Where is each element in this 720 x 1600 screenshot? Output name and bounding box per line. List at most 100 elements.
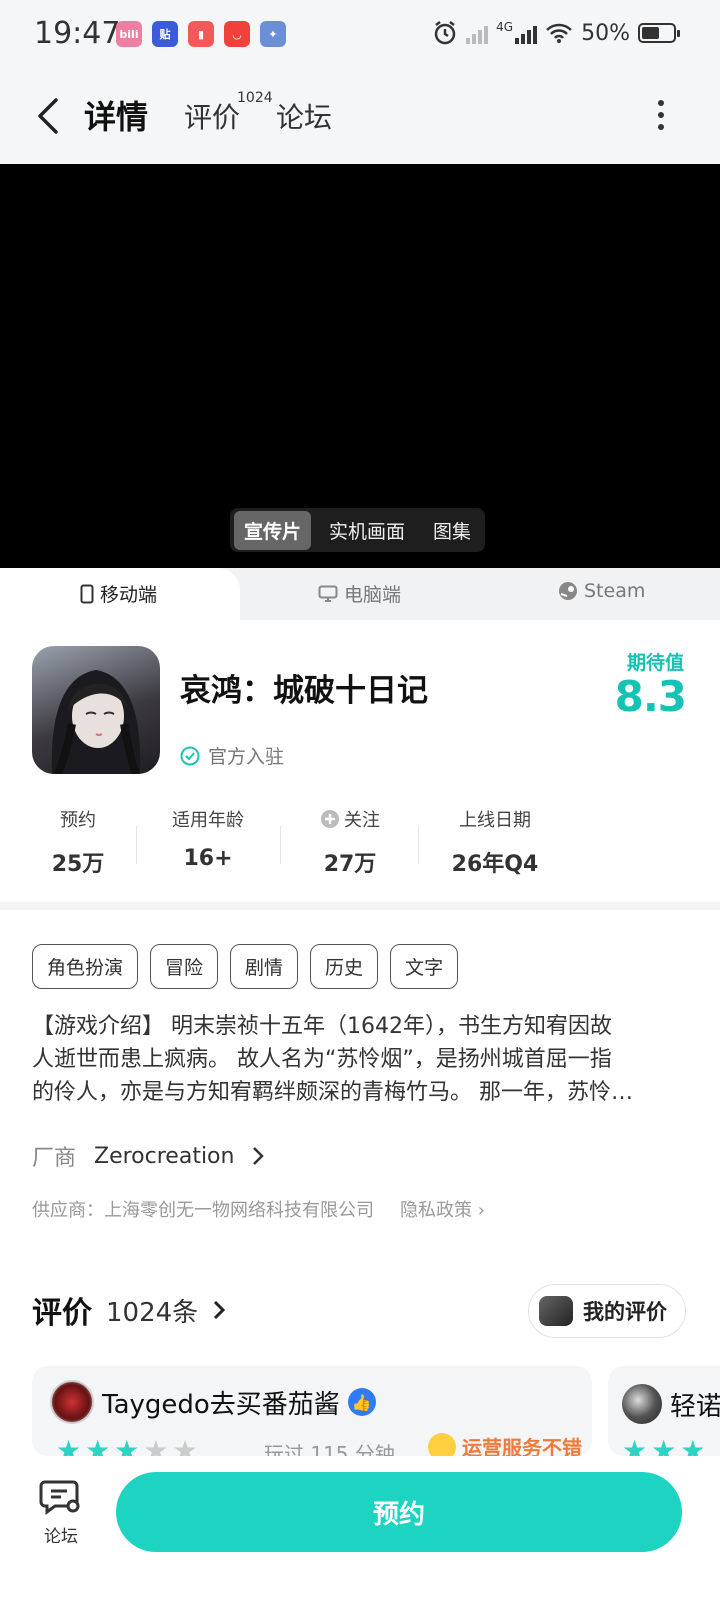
stat-release: 上线日期 26年Q4 [440,806,550,878]
stat-label: 适用年龄 [172,810,244,831]
intro-line: 【游戏介绍】 明末崇祯十五年（1642年），书生方知宥因故 [32,1014,612,1039]
chevron-right-icon [214,1300,226,1320]
tab-reviews[interactable]: 评价 [184,96,240,136]
platform-label: Steam [584,580,646,602]
review-user: Taygedo去买番茄酱 👍 [50,1380,376,1424]
media-tab-trailer[interactable]: 宣传片 [234,510,312,550]
status-bar: 19:47 bili 贴 ▮ ◡ ✦ 4G 50% [0,0,720,70]
star-icon: ★ [622,1434,648,1456]
star-icon: ★ [143,1434,169,1456]
status-time: 19:47 [34,16,121,51]
review-tag: 运营服务不错 [428,1432,582,1456]
shop-icon: ◡ [224,21,250,47]
developer-row[interactable]: 厂商 Zerocreation [32,1140,265,1172]
tag[interactable]: 冒险 [150,944,219,989]
smile-icon [428,1432,456,1456]
status-right: 4G 50% [432,20,680,46]
back-icon[interactable] [30,94,70,138]
game-intro[interactable]: 【游戏介绍】 明末崇祯十五年（1642年），书生方知宥因故 人逝世而患上疯病。 … [32,1010,692,1109]
platform-label: 电脑端 [344,584,402,606]
supplier-text: 供应商：上海零创无一物网络科技有限公司 [32,1200,374,1221]
forum-button[interactable]: 论坛 [38,1478,84,1547]
star-icon: ★ [680,1434,706,1456]
forum-label: 论坛 [44,1527,78,1547]
more-icon[interactable] [658,100,666,130]
tag[interactable]: 历史 [310,944,379,989]
alarm-icon [434,21,456,45]
tag[interactable]: 剧情 [230,944,299,989]
media-tab-gameplay[interactable]: 实机画面 [319,511,415,550]
avatar [50,1380,94,1424]
platform-tabs: 移动端 电脑端 Steam [0,568,720,620]
review-user: 轻诺 [622,1384,720,1424]
steam-icon [559,582,577,600]
played-time: 玩过 115 分钟 [264,1442,395,1456]
my-review-label: 我的评价 [583,1300,667,1324]
tab-forum[interactable]: 论坛 [276,96,332,136]
bottom-bar: 论坛 预约 [0,1456,720,1600]
avatar [622,1384,662,1424]
stat-label: 预约 [60,810,96,831]
chevron-right-icon [253,1147,265,1165]
platform-tab-steam[interactable]: Steam [558,580,645,602]
score-label: 期待值 [626,652,684,674]
avatar [539,1296,573,1326]
stat-value: 27万 [323,852,377,877]
supplier-row: 供应商：上海零创无一物网络科技有限公司 隐私政策 › [32,1196,485,1222]
reserve-button[interactable]: 预约 [116,1472,682,1552]
star-icon: ★ [172,1434,198,1456]
star-icon: ★ [56,1434,82,1456]
developer-name: Zerocreation [94,1143,235,1169]
tieba-icon: 贴 [152,21,178,47]
tab-details[interactable]: 详情 [80,92,153,138]
official-badge: 官方入驻 [180,742,284,769]
tab-details-label: 详情 [84,98,149,136]
stat-label: 上线日期 [459,810,531,831]
battery-percent: 50% [581,20,630,46]
top-nav: 详情 评价 1024 论坛 [0,70,720,164]
tag[interactable]: 文字 [390,944,459,989]
phone-icon [80,584,94,603]
tag[interactable]: 角色扮演 [32,944,139,989]
game-app-icon: ✦ [260,21,286,47]
platform-tab-pc[interactable]: 电脑端 [318,580,401,607]
platform-label: 移动端 [100,584,158,606]
intro-line: 人逝世而患上疯病。 故人名为“苏怜烟”，是扬州城首屈一指 [32,1047,612,1072]
game-title: 哀鸿：城破十日记 [180,673,428,709]
stat-reservations: 预约 25万 [48,806,108,878]
section-divider [0,902,720,910]
video-player[interactable]: 宣传片 实机画面 图集 [0,164,720,568]
score-value: 8.3 [614,672,687,721]
review-stars: ★ ★ ★ [622,1434,705,1456]
privacy-link[interactable]: 隐私政策 › [400,1196,485,1222]
star-icon: ★ [85,1434,111,1456]
signal-icon-sim1 [466,22,489,44]
my-review-button[interactable]: 我的评价 [528,1284,686,1338]
reader-icon: ▮ [188,21,214,47]
reviews-header[interactable]: 评价 1024条 [32,1288,226,1332]
platform-tab-mobile[interactable]: 移动端 [80,580,157,607]
review-username: 轻诺 [670,1391,720,1422]
intro-line: 的伶人，亦是与方知宥羁绊颇深的青梅竹马。 那一年，苏怜… [32,1080,633,1105]
reviews-title: 评价 [32,1296,92,1331]
privacy-label: 隐私政策 [400,1200,472,1221]
signal-icon-sim2 [515,22,538,44]
official-label: 官方入驻 [208,746,285,768]
review-card[interactable]: Taygedo去买番茄酱 👍 ★ ★ ★ ★ ★ 玩过 115 分钟 运营服务不… [32,1366,592,1456]
check-circle-icon [180,746,200,765]
stat-label-text: 关注 [344,810,380,831]
bilibili-icon: bili [116,21,142,47]
review-tag-label: 运营服务不错 [462,1436,582,1456]
thumbs-up-icon: 👍 [347,1388,376,1416]
developer-key: 厂商 [32,1146,77,1171]
stat-follow[interactable]: 关注 27万 [310,806,390,878]
star-icon: ★ [651,1434,677,1456]
stat-value: 16+ [183,846,233,871]
stat-value: 25万 [51,852,105,877]
review-card[interactable]: 轻诺 ★ ★ ★ [608,1366,720,1456]
review-stars: ★ ★ ★ ★ ★ [56,1434,198,1456]
battery-icon [638,23,680,43]
stat-age: 适用年龄 16+ [158,806,258,871]
review-count-badge: 1024 [237,90,273,106]
media-tab-gallery[interactable]: 图集 [423,511,481,550]
